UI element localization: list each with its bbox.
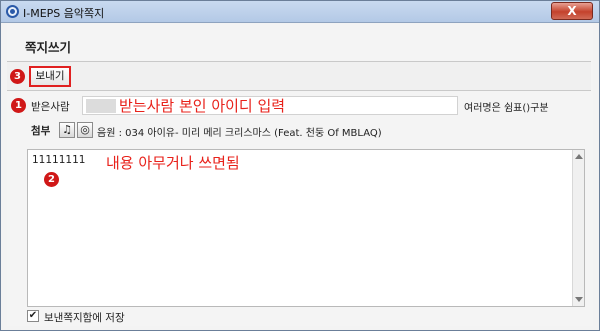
step-badge-2: 2 (44, 172, 59, 187)
attachment-label: 첨부 (31, 125, 51, 137)
recipient-label: 받은사람 (31, 101, 70, 113)
recipient-annotation: 받는사람 본인 아이디 입력 (119, 97, 286, 115)
disc-icon[interactable]: ◎ (77, 122, 93, 138)
toolbar: 3 보내기 (7, 61, 591, 91)
step-badge-3: 3 (10, 69, 25, 84)
title-bar: I-MEPS 음악쪽지 X (1, 1, 599, 23)
app-window: I-MEPS 음악쪽지 X 쪽지쓰기 3 보내기 1 받은사람 받는사람 본인 … (0, 0, 600, 331)
message-body-text: 11111111 (32, 154, 86, 166)
save-to-sent-label: 보낸쪽지함에 저장 (44, 312, 125, 324)
scroll-down-icon[interactable] (575, 297, 583, 302)
save-to-sent-checkbox[interactable]: ✔ (27, 310, 39, 322)
scroll-up-icon[interactable] (575, 154, 583, 159)
music-icon[interactable]: ♫ (59, 122, 75, 138)
vertical-scrollbar[interactable] (572, 150, 584, 306)
message-body-textarea[interactable]: 11111111 내용 아무거나 쓰면됨 2 (27, 149, 585, 307)
attachment-text: 음원 : 034 아이유- 미리 메리 크리스마스 (Feat. 천둥 Of M… (97, 128, 382, 139)
window-title: I-MEPS 음악쪽지 (23, 7, 105, 20)
close-button[interactable]: X (551, 2, 593, 20)
message-annotation: 내용 아무거나 쓰면됨 (106, 154, 240, 172)
recipient-hint: 여러명은 쉼표()구분 (464, 103, 549, 114)
message-compose-panel: 쪽지쓰기 3 보내기 1 받은사람 받는사람 본인 아이디 입력 여러명은 쉼표… (7, 24, 593, 326)
send-button[interactable]: 보내기 (29, 66, 71, 87)
step-badge-1: 1 (11, 98, 26, 113)
recipient-value (86, 99, 116, 113)
app-logo-icon (6, 5, 19, 18)
page-title: 쪽지쓰기 (25, 40, 72, 55)
